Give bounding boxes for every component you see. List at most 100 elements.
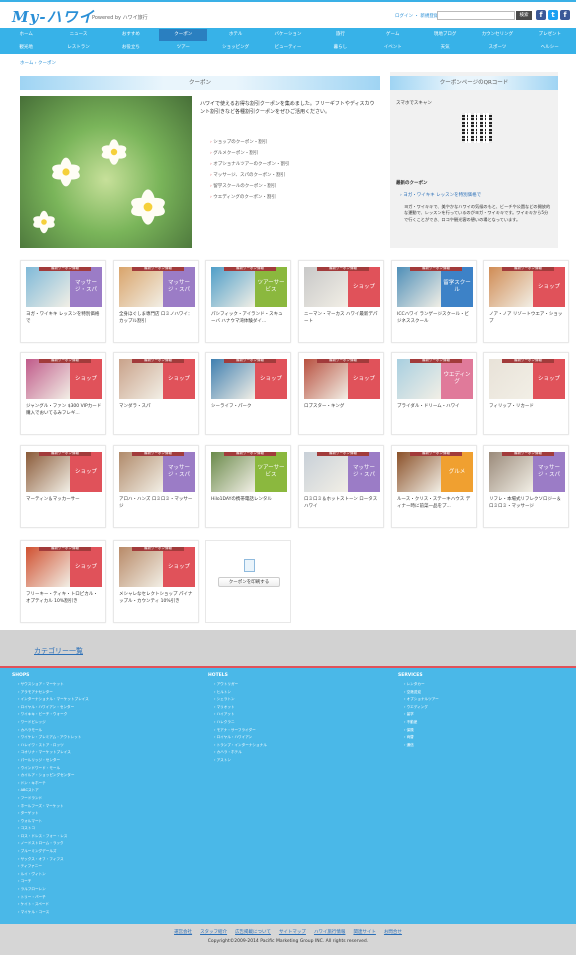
coupon-title[interactable]: マーティン＆マッカーサー — [26, 496, 102, 524]
footer-link[interactable]: パールリッジ・センター — [18, 757, 208, 765]
coupon-tile[interactable]: グルメ 最新クーポン情報 ルース・クリス・ステーキハウス ディナー時に前菜一品をプ.… — [391, 445, 477, 528]
footer-link[interactable]: トランプ・インターナショナル — [214, 742, 384, 750]
footer-link[interactable]: シェラトン — [214, 696, 384, 704]
nav-item[interactable]: ニュース — [54, 29, 102, 41]
latest-coupon-link[interactable]: › ヨガ・ワイキキ レッスンを特別価格で — [400, 192, 481, 199]
footer-link[interactable]: オプショナルツアー — [404, 696, 569, 704]
bottom-link[interactable]: 広告掲載について — [235, 930, 271, 935]
footer-link[interactable]: コーチ — [18, 878, 208, 886]
coupon-image[interactable]: マッサージ・スパ 最新クーポン情報 — [119, 452, 195, 492]
coupon-image[interactable]: ショップ 最新クーポン情報 — [26, 547, 102, 587]
nav-item[interactable]: バケーション — [264, 29, 312, 41]
nav-item[interactable]: 天気 — [421, 42, 469, 54]
facebook-share-icon[interactable]: f — [560, 10, 570, 20]
twitter-icon[interactable]: t — [548, 10, 558, 20]
bottom-link[interactable]: 運営会社 — [174, 930, 192, 935]
footer-link[interactable]: ワイケレ・プレミアム・アウトレット — [18, 734, 208, 742]
nav-item[interactable]: クーポン — [159, 29, 208, 41]
nav-item[interactable]: ホーム — [2, 29, 50, 41]
coupon-title[interactable]: シーライフ・パーク — [211, 403, 287, 431]
footer-link[interactable]: ノードストローム・ラック — [18, 840, 208, 848]
footer-link[interactable]: ヒルトン — [214, 689, 384, 697]
search-button[interactable]: 検索 — [516, 11, 532, 20]
coupon-tile[interactable]: ウエディング 最新クーポン情報 ブライダル・ドリーム・ハワイ — [391, 352, 477, 435]
coupon-title[interactable]: 全身ほぐしま専門店 ロミノハワイ：カップル割引 — [119, 311, 195, 339]
footer-link[interactable]: ロス・ドレス・フォー・レス — [18, 833, 208, 841]
coupon-title[interactable]: Hilo1DAYの携帯電話レンタル — [211, 496, 287, 524]
coupon-image[interactable]: ショップ 最新クーポン情報 — [489, 359, 565, 399]
footer-link[interactable]: フードランド — [18, 795, 208, 803]
coupon-tile[interactable]: ショップ 最新クーポン情報ニーマン・マーカス ハワイ最新デパート — [298, 260, 384, 343]
footer-link[interactable]: カハラモール — [18, 727, 208, 735]
nav-item[interactable]: プレゼント — [526, 29, 574, 41]
coupon-image[interactable]: ショップ 最新クーポン情報 — [26, 452, 102, 492]
footer-link[interactable]: ワイキキ・ビーチ・ウォーク — [18, 711, 208, 719]
footer-link[interactable]: アストン — [214, 757, 384, 765]
coupon-tile[interactable]: ショップ 最新クーポン情報 ロブスター・キング — [298, 352, 384, 435]
footer-link[interactable]: カハラ・ホテル — [214, 749, 384, 757]
coupon-category-link[interactable]: 留学スクールのクーポン・割引 — [210, 181, 380, 192]
footer-link[interactable]: ブルーミングデールズ — [18, 848, 208, 856]
nav-item[interactable]: ホテル — [211, 29, 259, 41]
coupon-title[interactable]: ニーマン・マーカス ハワイ最新デパート — [304, 311, 380, 339]
footer-link[interactable]: ABCストア — [18, 787, 208, 795]
coupon-title[interactable]: ロミロミ＆ホットストーン ロータスハワイ — [304, 496, 380, 524]
coupon-tile[interactable]: ショップ 最新クーポン情報 マンダラ・スパ — [113, 352, 199, 435]
bottom-link[interactable]: ハワイ旅行情報 — [314, 930, 346, 935]
facebook-icon[interactable]: f — [536, 10, 546, 20]
coupon-image[interactable]: 留学スクール 最新クーポン情報 — [397, 267, 473, 307]
footer-link[interactable]: ハレイワ・ストア・ロッツ — [18, 742, 208, 750]
nav-item[interactable]: ゲーム — [369, 29, 417, 41]
coupon-image[interactable]: ツアーサービス 最新クーポン情報 — [211, 452, 287, 492]
coupon-title[interactable]: フィリップ・リカード — [489, 403, 565, 431]
print-coupon-button[interactable]: クーポンを印刷する — [218, 577, 280, 587]
footer-link[interactable]: モアナ・サーフライダー — [214, 727, 384, 735]
category-heading[interactable]: カテゴリー一覧 — [34, 646, 83, 656]
footer-link[interactable]: ウインドワード・モール — [18, 765, 208, 773]
coupon-image[interactable]: ショップ 最新クーポン情報 — [26, 359, 102, 399]
footer-link[interactable]: ドン・キホーテ — [18, 780, 208, 788]
coupon-image[interactable]: ショップ 最新クーポン情報 — [304, 267, 380, 307]
coupon-category-link[interactable]: オプショナルツアーのクーポン・割引 — [210, 159, 380, 170]
site-logo[interactable]: My-ハワイ — [12, 6, 95, 27]
coupon-image[interactable]: マッサージ・スパ 最新クーポン情報 — [489, 452, 565, 492]
coupon-title[interactable]: ジャングル・ファン $300 VIPカード購入でおいてるみフレギ... — [26, 403, 102, 431]
footer-link[interactable]: 通信 — [404, 742, 569, 750]
nav-item[interactable]: カウンセリング — [473, 29, 521, 41]
footer-link[interactable]: マリオット — [214, 704, 384, 712]
coupon-image[interactable]: ショップ 最新クーポン情報 — [211, 359, 287, 399]
footer-link[interactable]: ラルフローレン — [18, 886, 208, 894]
coupon-tile[interactable]: マッサージ・スパ 最新クーポン情報ロミロミ＆ホットストーン ロータスハワイ — [298, 445, 384, 528]
coupon-tile[interactable]: ショップ 最新クーポン情報 フリーキー・ティキ・トロピカル・オプティカル 10%割引… — [20, 540, 106, 623]
footer-link[interactable]: コストコ — [18, 825, 208, 833]
nav-item[interactable]: お役立ち — [107, 42, 155, 54]
footer-link[interactable]: ウォルマート — [18, 818, 208, 826]
coupon-tile[interactable]: マッサージ・スパ 最新クーポン情報 アロハ・ハンズ ロミロミ・マッサージ — [113, 445, 199, 528]
coupon-image[interactable]: マッサージ・スパ 最新クーポン情報 — [119, 267, 195, 307]
footer-link[interactable]: マイケル・コース — [18, 909, 208, 917]
footer-link[interactable]: トリー・バーチ — [18, 894, 208, 902]
coupon-tile[interactable]: ショップ 最新クーポン情報フィリップ・リカード — [483, 352, 569, 435]
coupon-title[interactable]: リフレ・本場式リフレクソロジー＆ロミロミ・マッサージ — [489, 496, 565, 524]
nav-item[interactable]: 観光地 — [2, 42, 50, 54]
bottom-link[interactable]: サイトマップ — [279, 930, 306, 935]
coupon-title[interactable]: メシャレなセレクトショップ パイナップル・カウンティ 10%引き — [119, 591, 195, 619]
nav-item[interactable]: 暮らし — [316, 42, 364, 54]
coupon-image[interactable]: グルメ 最新クーポン情報 — [397, 452, 473, 492]
footer-link[interactable]: アラモアナセンター — [18, 689, 208, 697]
footer-link[interactable]: 留学 — [404, 711, 569, 719]
coupon-image[interactable]: ツアーサービス 最新クーポン情報 — [211, 267, 287, 307]
coupon-title[interactable]: ブライダル・ドリーム・ハワイ — [397, 403, 473, 431]
breadcrumb[interactable]: ホーム › クーポン — [20, 60, 56, 66]
coupon-tile[interactable]: ショップ 最新クーポン情報マーティン＆マッカーサー — [20, 445, 106, 528]
coupon-tile[interactable]: マッサージ・スパ 最新クーポン情報リフレ・本場式リフレクソロジー＆ロミロミ・マッサ… — [483, 445, 569, 528]
search-input[interactable] — [437, 11, 515, 20]
footer-link[interactable]: レンタカー — [404, 681, 569, 689]
coupon-image[interactable]: マッサージ・スパ 最新クーポン情報 — [304, 452, 380, 492]
coupon-title[interactable]: マンダラ・スパ — [119, 403, 195, 431]
footer-link[interactable]: ワードビレッジ — [18, 719, 208, 727]
coupon-tile[interactable]: ツアーサービス 最新クーポン情報 Hilo1DAYの携帯電話レンタル — [205, 445, 291, 528]
footer-link[interactable]: サウスショア・マーケット — [18, 681, 208, 689]
footer-link[interactable]: 保険 — [404, 727, 569, 735]
coupon-title[interactable]: ロブスター・キング — [304, 403, 380, 431]
